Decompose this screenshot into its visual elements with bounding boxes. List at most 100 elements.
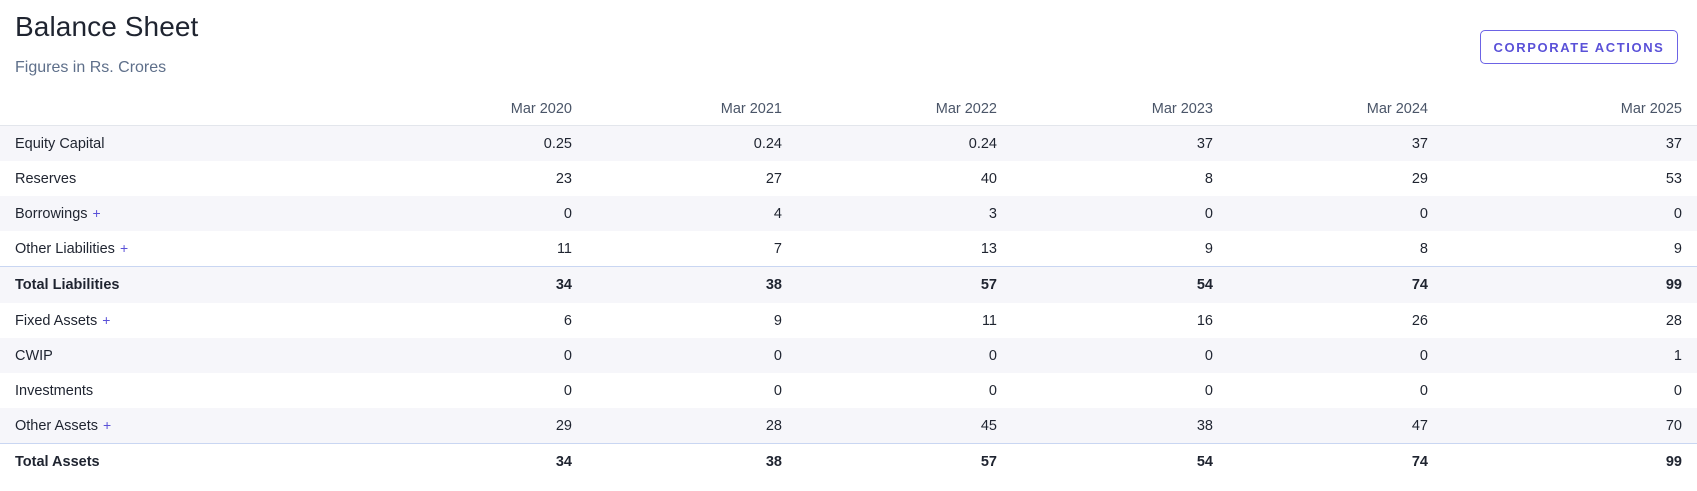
row-label-cell: Reserves <box>0 161 376 196</box>
row-label-text: Fixed Assets <box>15 313 98 329</box>
row-label: Investments <box>15 383 93 399</box>
value-cell: 0 <box>587 338 797 373</box>
row-label-text: Total Assets <box>15 454 100 470</box>
value-cell: 0.25 <box>376 125 587 161</box>
table-body: Equity Capital 0.25 0.24 0.24 37 37 37 Reserves… <box>0 125 1697 480</box>
header-row: Mar 2020 Mar 2021 Mar 2022 Mar 2023 Mar 2024… <box>0 92 1697 126</box>
value-cell: 8 <box>1228 231 1443 267</box>
value-cell: 4 <box>587 196 797 231</box>
value-cell: 0 <box>1228 338 1443 373</box>
column-header: Mar 2020 <box>376 92 587 126</box>
value-cell: 28 <box>587 408 797 444</box>
row-label-text: Investments <box>15 382 94 399</box>
value-cell: 0 <box>1012 196 1228 231</box>
table-row[interactable]: Fixed Assets +6 9 11 16 26 28 <box>0 303 1697 338</box>
section-header: Balance Sheet Figures in Rs. Crores CORP… <box>0 0 1697 92</box>
value-cell: 37 <box>1443 125 1697 161</box>
row-label-cell[interactable]: Borrowings + <box>0 196 376 231</box>
value-cell: 0.24 <box>797 125 1012 161</box>
column-header: Mar 2025 <box>1443 92 1697 126</box>
row-label-text: Other Assets <box>15 418 99 434</box>
row-expand-toggle[interactable]: Fixed Assets + <box>15 312 110 329</box>
value-cell: 0 <box>1443 196 1697 231</box>
value-cell: 47 <box>1228 408 1443 444</box>
row-expand-toggle[interactable]: Borrowings + <box>15 205 101 222</box>
value-cell: 1 <box>1443 338 1697 373</box>
value-cell: 37 <box>1228 125 1443 161</box>
expand-plus-icon[interactable]: + <box>102 312 110 328</box>
row-label-text: Other Liabilities <box>15 241 115 257</box>
table-row: Reserves 23 27 40 8 29 53 <box>0 161 1697 196</box>
corporate-actions-button[interactable]: CORPORATE ACTIONS <box>1480 30 1678 64</box>
value-cell: 54 <box>1012 266 1228 303</box>
value-cell: 53 <box>1443 161 1697 196</box>
value-cell: 9 <box>587 303 797 338</box>
value-cell: 54 <box>1012 443 1228 480</box>
value-cell: 3 <box>797 196 1012 231</box>
table-row: Investments 0 0 0 0 0 0 <box>0 373 1697 408</box>
value-cell: 0 <box>587 373 797 408</box>
row-label-text: Equity Capital <box>15 135 105 152</box>
page-subtitle: Figures in Rs. Crores <box>15 59 167 76</box>
row-expand-toggle[interactable]: Other Assets + <box>15 417 111 434</box>
table-row[interactable]: Other Assets +29 28 45 38 47 70 <box>0 408 1697 444</box>
value-cell: 13 <box>797 231 1012 267</box>
expand-plus-icon[interactable]: + <box>120 240 128 256</box>
value-cell: 28 <box>1443 303 1697 338</box>
value-cell: 6 <box>376 303 587 338</box>
value-cell: 99 <box>1443 443 1697 480</box>
column-header: Mar 2022 <box>797 92 1012 126</box>
expand-plus-icon[interactable]: + <box>93 205 101 221</box>
row-label-cell[interactable]: Other Liabilities + <box>0 231 376 267</box>
column-header-blank <box>0 92 376 126</box>
value-cell: 38 <box>587 443 797 480</box>
value-cell: 8 <box>1012 161 1228 196</box>
value-cell: 38 <box>1012 408 1228 444</box>
value-cell: 0 <box>376 196 587 231</box>
table-row: Equity Capital 0.25 0.24 0.24 37 37 37 <box>0 125 1697 161</box>
row-label-text: Borrowings <box>15 206 88 222</box>
value-cell: 40 <box>797 161 1012 196</box>
value-cell: 9 <box>1443 231 1697 267</box>
column-header: Mar 2021 <box>587 92 797 126</box>
value-cell: 0 <box>376 338 587 373</box>
table-total-row: Total Liabilities 34 38 57 54 74 99 <box>0 266 1697 303</box>
value-cell: 70 <box>1443 408 1697 444</box>
value-cell: 26 <box>1228 303 1443 338</box>
value-cell: 27 <box>587 161 797 196</box>
row-label: Total Liabilities <box>15 277 119 293</box>
value-cell: 37 <box>1012 125 1228 161</box>
row-label: Total Assets <box>15 454 100 470</box>
row-label: Equity Capital <box>15 136 104 152</box>
row-label-text: Total Liabilities <box>15 277 120 293</box>
table-header: Mar 2020 Mar 2021 Mar 2022 Mar 2023 Mar 2024… <box>0 92 1697 126</box>
table-row[interactable]: Borrowings +0 4 3 0 0 0 <box>0 196 1697 231</box>
value-cell: 38 <box>587 266 797 303</box>
row-label: Reserves <box>15 171 76 187</box>
row-label: CWIP <box>15 348 53 364</box>
value-cell: 0 <box>1228 373 1443 408</box>
page-title: Balance Sheet <box>15 11 199 42</box>
table-total-row: Total Assets 34 38 57 54 74 99 <box>0 443 1697 480</box>
row-label-cell: Investments <box>0 373 376 408</box>
value-cell: 29 <box>1228 161 1443 196</box>
value-cell: 0.24 <box>587 125 797 161</box>
expand-plus-icon[interactable]: + <box>103 417 111 433</box>
row-label-text: Reserves <box>15 170 77 187</box>
row-label-cell[interactable]: Other Assets + <box>0 408 376 444</box>
value-cell: 0 <box>1228 196 1443 231</box>
column-header: Mar 2024 <box>1228 92 1443 126</box>
column-header: Mar 2023 <box>1012 92 1228 126</box>
row-label-cell: Equity Capital <box>0 125 376 161</box>
value-cell: 7 <box>587 231 797 267</box>
balance-sheet-table: Mar 2020 Mar 2021 Mar 2022 Mar 2023 Mar 2024… <box>0 92 1697 480</box>
table-row: CWIP 0 0 0 0 0 1 <box>0 338 1697 373</box>
row-expand-toggle[interactable]: Other Liabilities + <box>15 240 128 257</box>
value-cell: 11 <box>797 303 1012 338</box>
value-cell: 74 <box>1228 266 1443 303</box>
value-cell: 0 <box>797 373 1012 408</box>
value-cell: 0 <box>376 373 587 408</box>
value-cell: 57 <box>797 266 1012 303</box>
table-row[interactable]: Other Liabilities +11 7 13 9 8 9 <box>0 231 1697 267</box>
row-label-cell[interactable]: Fixed Assets + <box>0 303 376 338</box>
